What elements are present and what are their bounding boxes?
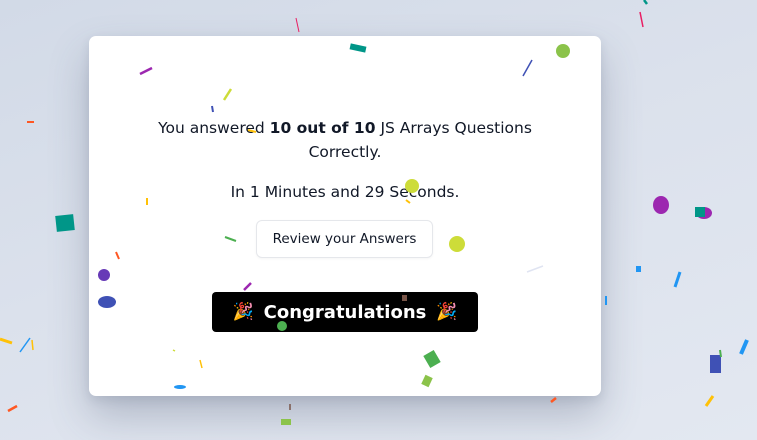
confetti-piece: [636, 266, 641, 272]
time-text: In 1 Minutes and 29 Seconds.: [230, 183, 460, 201]
confetti-piece: [31, 339, 34, 351]
congratulations-label: Congratulations: [263, 301, 427, 323]
confetti-piece: [719, 349, 722, 358]
congratulations-banner: 🎉 Congratulations 🎉: [212, 292, 478, 332]
results-card: You answered 10 out of 10 JS Arrays Ques…: [89, 36, 601, 396]
confetti-piece: [55, 214, 75, 232]
confetti-piece: [710, 355, 721, 373]
confetti-piece: [295, 17, 300, 33]
review-answers-button[interactable]: Review your Answers: [256, 220, 433, 258]
confetti-piece: [7, 404, 18, 413]
confetti-piece: [0, 337, 13, 345]
confetti-piece: [704, 395, 715, 407]
confetti-piece: [281, 419, 291, 425]
party-popper-icon: 🎉: [232, 301, 254, 322]
confetti-piece: [739, 339, 749, 355]
confetti-piece: [673, 271, 682, 288]
confetti-piece: [695, 207, 705, 217]
confetti-piece: [19, 337, 31, 353]
result-prefix: You answered: [158, 119, 265, 137]
confetti-piece: [696, 207, 712, 219]
result-text: You answered 10 out of 10 JS Arrays Ques…: [145, 116, 545, 164]
confetti-piece: [653, 196, 669, 214]
party-popper-icon: 🎉: [436, 301, 458, 322]
confetti-piece: [639, 11, 644, 28]
confetti-piece: [550, 397, 557, 403]
result-score: 10 out of 10: [269, 119, 376, 137]
confetti-piece: [643, 0, 648, 5]
